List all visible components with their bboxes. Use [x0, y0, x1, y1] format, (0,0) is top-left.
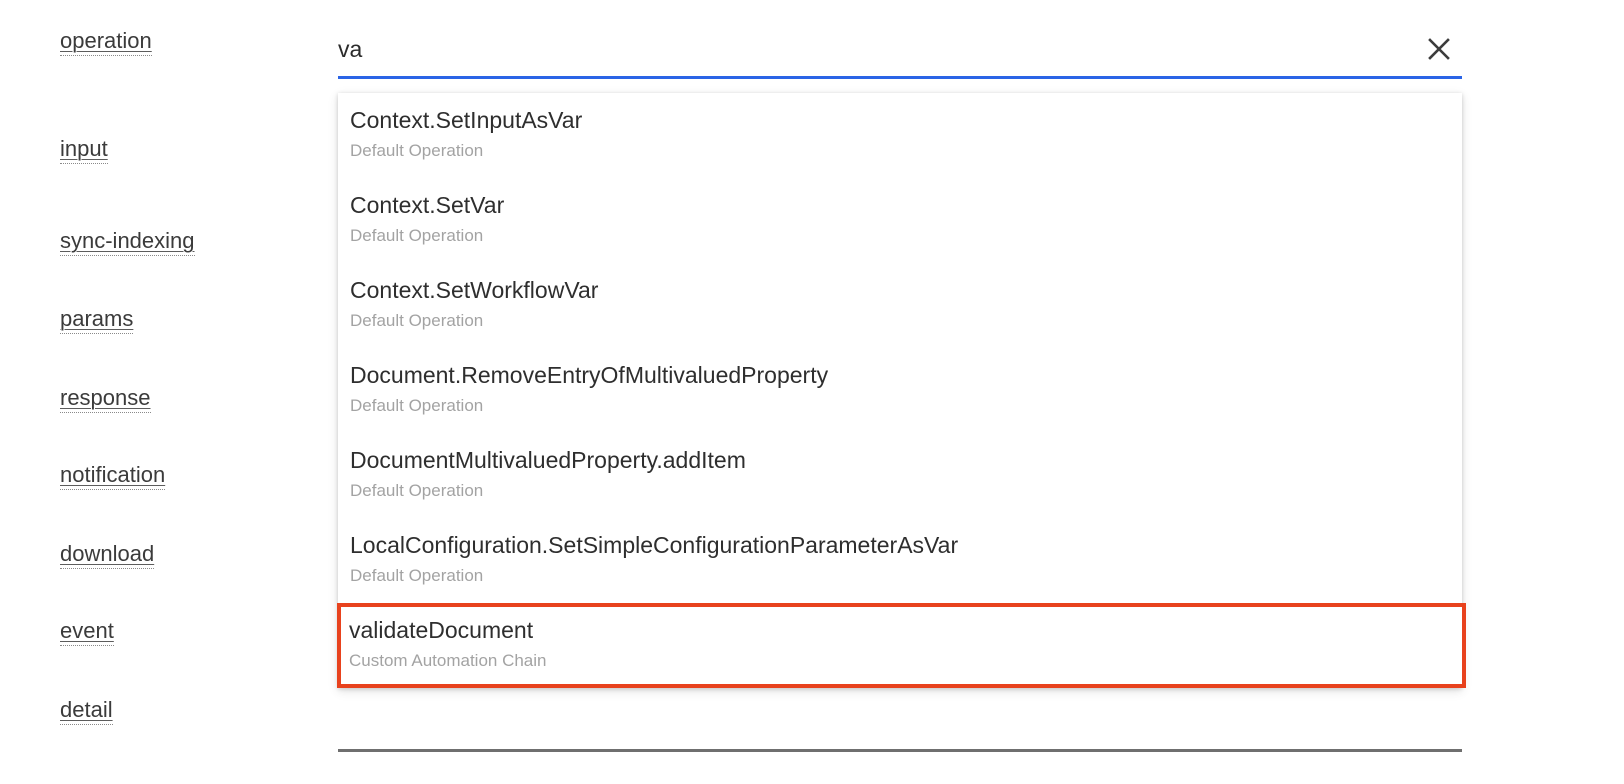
field-label-input[interactable]: input: [60, 136, 108, 164]
suggestion-title: Context.SetWorkflowVar: [350, 277, 599, 303]
suggestion-subtitle: Default Operation: [350, 226, 484, 245]
suggestion-title: validateDocument: [349, 617, 534, 643]
bottom-divider: [338, 749, 1462, 752]
suggestion-subtitle: Custom Automation Chain: [349, 651, 547, 670]
search-row: [338, 24, 1462, 79]
operation-combobox: [338, 24, 1462, 79]
field-label-response[interactable]: response: [60, 385, 151, 413]
suggestion-item[interactable]: Context.SetWorkflowVar Default Operation: [338, 263, 1462, 348]
field-label-column: operation input sync-indexing params respons…: [0, 0, 340, 784]
suggestion-subtitle: Default Operation: [350, 481, 484, 500]
suggestion-item[interactable]: Document.RemoveEntryOfMultivaluedPropert…: [338, 348, 1462, 433]
suggestion-title: Context.SetVar: [350, 192, 505, 218]
suggestion-title: Context.SetInputAsVar: [350, 107, 583, 133]
suggestion-subtitle: Default Operation: [350, 141, 484, 160]
suggestion-title: Document.RemoveEntryOfMultivaluedPropert…: [350, 362, 829, 388]
field-label-detail[interactable]: detail: [60, 697, 113, 725]
suggestion-item[interactable]: Context.SetInputAsVar Default Operation: [338, 93, 1462, 178]
field-label-params[interactable]: params: [60, 306, 134, 334]
suggestion-title: LocalConfiguration.SetSimpleConfiguratio…: [350, 532, 959, 558]
field-label-notification[interactable]: notification: [60, 462, 166, 490]
field-label-download[interactable]: download: [60, 541, 155, 569]
suggestion-item[interactable]: DocumentMultivaluedProperty.addItem Defau…: [338, 433, 1462, 518]
field-label-sync-indexing[interactable]: sync-indexing: [60, 228, 195, 256]
suggestion-subtitle: Default Operation: [350, 311, 484, 330]
suggestion-title: DocumentMultivaluedProperty.addItem: [350, 447, 746, 473]
field-label-event[interactable]: event: [60, 618, 114, 646]
field-label-operation[interactable]: operation: [60, 28, 152, 56]
suggestion-subtitle: Default Operation: [350, 396, 484, 415]
clear-icon[interactable]: [1422, 32, 1456, 66]
suggestion-subtitle: Default Operation: [350, 566, 484, 585]
suggestion-item-highlighted[interactable]: validateDocument Custom Automation Chain: [337, 603, 1466, 688]
suggestions-dropdown: Context.SetInputAsVar Default Operation Co…: [337, 93, 1466, 688]
suggestion-item[interactable]: LocalConfiguration.SetSimpleConfiguratio…: [338, 518, 1462, 603]
suggestion-item[interactable]: Context.SetVar Default Operation: [338, 178, 1462, 263]
operation-search-input[interactable]: [338, 34, 1378, 64]
